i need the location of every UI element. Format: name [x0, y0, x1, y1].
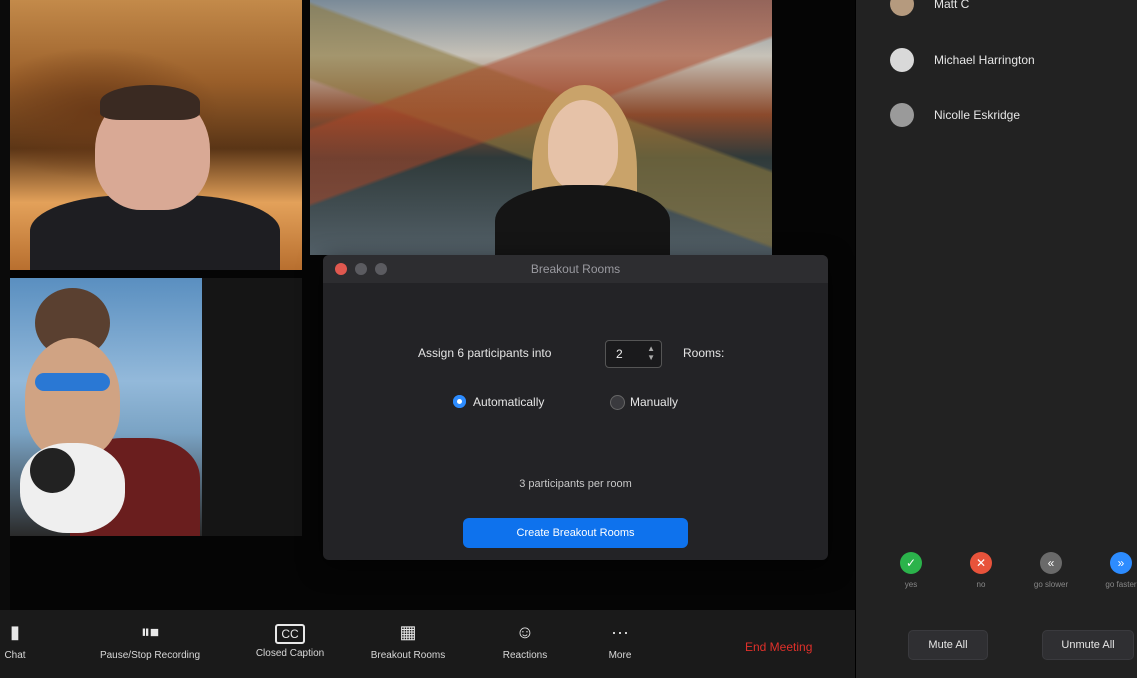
- dialog-title: Breakout Rooms: [530, 262, 621, 276]
- chat-button[interactable]: ▮ Chat: [0, 620, 40, 661]
- video-tile-participant-3[interactable]: [10, 278, 202, 536]
- radio-manually-label[interactable]: Manually: [630, 395, 678, 409]
- chat-label: Chat: [4, 650, 26, 661]
- feedback-go-slower-button[interactable]: « go slower: [1031, 552, 1071, 589]
- avatar: [890, 0, 914, 16]
- breakout-rooms-icon: ▦: [399, 622, 417, 642]
- create-breakout-rooms-button[interactable]: Create Breakout Rooms: [463, 518, 688, 548]
- check-icon: ✓: [900, 552, 922, 574]
- participant-face: [25, 338, 120, 458]
- dog-spot: [30, 448, 75, 493]
- panel-divider: [855, 0, 856, 678]
- more-button[interactable]: ··· More: [585, 620, 655, 661]
- feedback-yes-button[interactable]: ✓ yes: [891, 552, 931, 589]
- breakout-rooms-label: Breakout Rooms: [370, 650, 446, 661]
- participant-face: [548, 100, 618, 190]
- x-icon: ✕: [970, 552, 992, 574]
- maximize-window-icon[interactable]: [375, 263, 387, 275]
- more-icon: ···: [611, 622, 629, 642]
- participant-hair: [100, 85, 200, 120]
- participant-name: Nicolle Eskridge: [934, 108, 1021, 122]
- assign-row: Assign 6 participants into 2 ▲ ▼ Rooms:: [323, 338, 828, 368]
- close-window-icon[interactable]: [335, 263, 347, 275]
- feedback-go-faster-button[interactable]: » go faster: [1101, 552, 1137, 589]
- video-tile-participant-2[interactable]: [310, 0, 772, 255]
- radio-automatically[interactable]: [453, 395, 466, 408]
- fast-forward-icon: »: [1110, 552, 1132, 574]
- reactions-icon: ☺: [515, 622, 535, 642]
- participants-per-room-text: 3 participants per room: [519, 478, 632, 490]
- participant-name: Michael Harrington: [934, 53, 1035, 67]
- closed-caption-icon: CC: [275, 624, 305, 644]
- minimize-window-icon[interactable]: [355, 263, 367, 275]
- video-tile-empty: [202, 278, 302, 536]
- meeting-toolbar: ▮ Chat ⏸⏹ Pause/Stop Recording CC Closed…: [0, 610, 855, 678]
- breakout-rooms-dialog: Breakout Rooms Assign 6 participants int…: [323, 255, 828, 560]
- radio-automatically-label[interactable]: Automatically: [473, 395, 544, 409]
- pause-stop-recording-label: Pause/Stop Recording: [99, 650, 201, 661]
- rewind-icon: «: [1040, 552, 1062, 574]
- participants-panel: Matt C Michael Harrington Nicolle Eskrid…: [855, 0, 1137, 678]
- chat-icon: ▮: [10, 622, 20, 642]
- closed-caption-label: Closed Caption: [255, 648, 325, 659]
- feedback-label: yes: [904, 580, 918, 589]
- assign-text: Assign 6 participants into: [418, 346, 552, 360]
- participant-body: [495, 185, 670, 255]
- end-meeting-button[interactable]: End Meeting: [745, 640, 812, 654]
- reactions-label: Reactions: [502, 650, 548, 661]
- mute-all-button[interactable]: Mute All: [908, 630, 988, 660]
- assignment-mode: Automatically Manually: [323, 390, 828, 414]
- avatar: [890, 103, 914, 127]
- feedback-no-button[interactable]: ✕ no: [961, 552, 1001, 589]
- participant-name: Matt C: [934, 0, 970, 11]
- rooms-label: Rooms:: [683, 346, 725, 360]
- breakout-rooms-button[interactable]: ▦ Breakout Rooms: [353, 620, 463, 661]
- avatar: [890, 48, 914, 72]
- feedback-label: no: [976, 580, 986, 589]
- video-tile-participant-1[interactable]: [10, 0, 302, 270]
- closed-caption-button[interactable]: CC Closed Caption: [235, 620, 345, 659]
- feedback-label: go slower: [1033, 580, 1069, 589]
- pause-stop-recording-button[interactable]: ⏸⏹ Pause/Stop Recording: [70, 620, 230, 661]
- pause-stop-recording-icon: ⏸⏹: [141, 622, 159, 642]
- more-label: More: [608, 650, 632, 661]
- sunglasses: [35, 373, 110, 391]
- reactions-button[interactable]: ☺ Reactions: [480, 620, 570, 661]
- rooms-count-stepper[interactable]: 2 ▲ ▼: [605, 340, 662, 368]
- rooms-count-value[interactable]: 2: [616, 347, 623, 361]
- feedback-label: go faster: [1105, 580, 1137, 589]
- stepper-arrows-icon[interactable]: ▲ ▼: [647, 344, 655, 362]
- unmute-all-button[interactable]: Unmute All: [1042, 630, 1134, 660]
- radio-manually[interactable]: [610, 395, 625, 410]
- dialog-titlebar: Breakout Rooms: [323, 255, 828, 283]
